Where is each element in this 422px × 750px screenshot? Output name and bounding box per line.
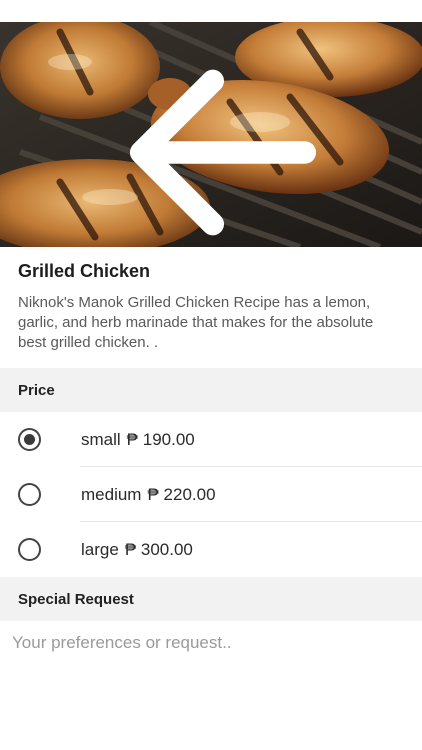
option-label: small ₱ 190.00: [81, 430, 195, 450]
food-image: [0, 22, 422, 247]
option-label: medium ₱ 220.00: [81, 485, 216, 505]
option-price: ₱ 220.00: [147, 484, 216, 504]
price-section-header: Price: [0, 368, 422, 412]
radio-selected-icon[interactable]: [18, 428, 41, 451]
arrow-left-icon: [129, 69, 317, 236]
special-request-input[interactable]: [0, 621, 422, 665]
option-size: large: [81, 539, 119, 559]
radio-unselected-icon[interactable]: [18, 483, 41, 506]
option-size: medium: [81, 484, 142, 504]
status-bar: [0, 0, 422, 22]
price-options: small ₱ 190.00 medium ₱ 220.00 large ₱ 300.…: [0, 412, 422, 577]
option-label: large ₱ 300.00: [81, 540, 193, 560]
price-option-large[interactable]: large ₱ 300.00: [0, 522, 422, 577]
back-button[interactable]: [12, 40, 317, 236]
option-price: ₱ 190.00: [126, 429, 195, 449]
special-request-title: Special Request: [18, 590, 134, 608]
item-info: Grilled Chicken Niknok's Manok Grilled C…: [0, 247, 422, 353]
price-option-small[interactable]: small ₱ 190.00: [0, 412, 422, 467]
option-size: small: [81, 429, 121, 449]
radio-unselected-icon[interactable]: [18, 538, 41, 561]
item-title: Grilled Chicken: [18, 261, 151, 281]
special-request-header: Special Request: [0, 577, 422, 621]
item-description: Niknok's Manok Grilled Chicken Recipe ha…: [18, 294, 374, 351]
price-section-title: Price: [18, 381, 55, 399]
option-price: ₱ 300.00: [124, 539, 193, 559]
price-option-medium[interactable]: medium ₱ 220.00: [0, 467, 422, 522]
